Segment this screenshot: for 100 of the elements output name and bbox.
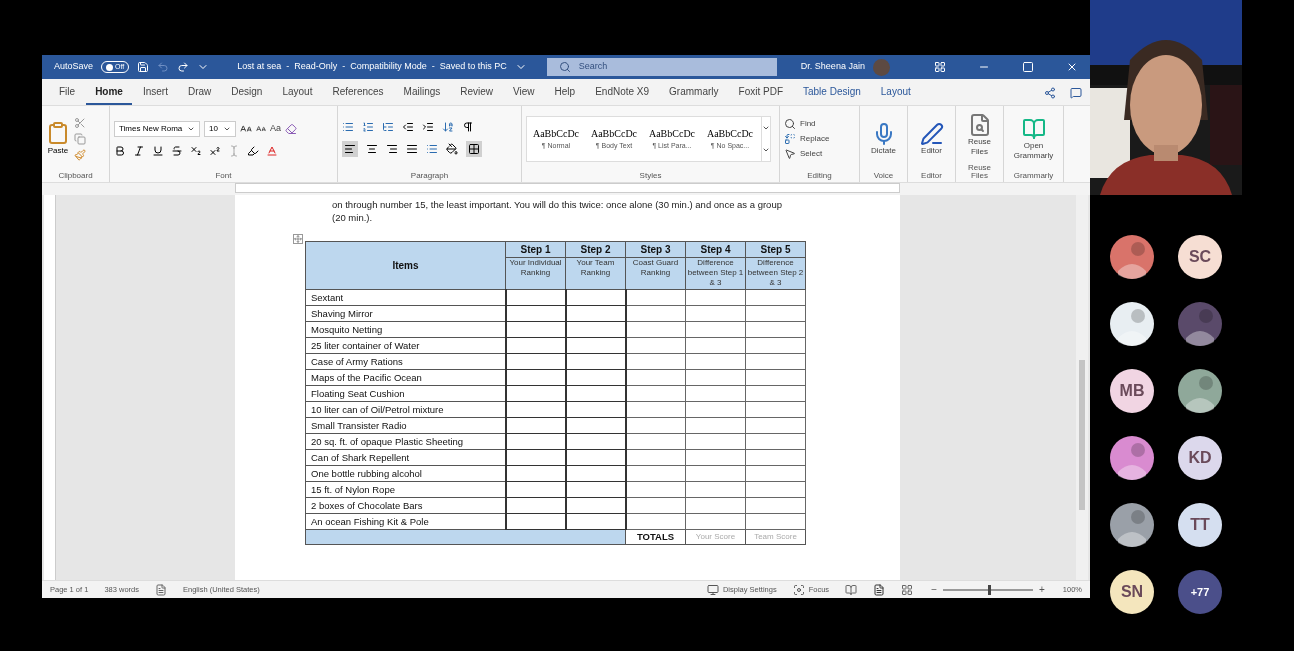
close-icon[interactable] bbox=[1066, 61, 1078, 73]
numbering-icon[interactable] bbox=[362, 121, 374, 133]
table-cell: Small Transister Radio bbox=[305, 417, 506, 434]
maximize-icon[interactable] bbox=[1022, 61, 1034, 73]
align-left-icon[interactable] bbox=[342, 141, 358, 157]
font-name-field[interactable]: Times New Roma bbox=[114, 121, 200, 137]
clipboard-icon bbox=[46, 121, 70, 145]
table-header-cell: Step 3 bbox=[625, 241, 686, 258]
table-cell: Can of Shark Repellent bbox=[305, 449, 506, 466]
participant-avatar: SC bbox=[1178, 235, 1222, 279]
ribbon-tab[interactable]: EndNote X9 bbox=[586, 84, 659, 105]
comments-icon[interactable] bbox=[1070, 87, 1082, 99]
group-label: Styles bbox=[638, 172, 663, 182]
gallery-more-icon[interactable] bbox=[762, 124, 770, 132]
print-layout-icon[interactable] bbox=[873, 583, 886, 596]
redo-icon[interactable] bbox=[177, 61, 190, 73]
superscript-icon[interactable] bbox=[209, 145, 221, 157]
paste-button[interactable]: Paste bbox=[46, 121, 70, 157]
font-color-icon[interactable] bbox=[266, 145, 278, 157]
gallery-expand-icon[interactable] bbox=[762, 146, 770, 154]
font-size-field[interactable]: 10 bbox=[204, 121, 236, 137]
borders-icon[interactable] bbox=[466, 141, 482, 157]
table-cell: Mosquito Netting bbox=[305, 321, 506, 338]
shrink-font-icon[interactable] bbox=[256, 124, 266, 134]
ribbon-tab[interactable]: Table Design bbox=[794, 84, 870, 105]
clear-formatting-icon[interactable] bbox=[285, 123, 297, 135]
ribbon-tab[interactable]: Layout bbox=[273, 84, 322, 105]
ribbon-tab[interactable]: Insert bbox=[133, 84, 177, 105]
ribbon-tab[interactable]: Grammarly bbox=[660, 84, 728, 105]
search-field[interactable]: Search bbox=[546, 58, 777, 76]
table-header-cell: Difference between Step 1 & 3 bbox=[685, 257, 746, 290]
select-button[interactable]: Select bbox=[784, 148, 830, 160]
table-cell: Sextant bbox=[305, 289, 506, 306]
subscript-icon[interactable] bbox=[190, 145, 202, 157]
zoom-slider-thumb[interactable] bbox=[987, 584, 991, 595]
table-cell: 10 liter can of Oil/Petrol mixture bbox=[305, 401, 506, 418]
more-participants-badge[interactable]: +77 bbox=[1178, 570, 1222, 614]
multilevel-list-icon[interactable] bbox=[382, 121, 394, 133]
replace-button[interactable]: Replace bbox=[784, 133, 830, 145]
search-icon bbox=[558, 61, 571, 73]
ribbon-tab[interactable]: Mailings bbox=[394, 84, 450, 105]
italic-icon[interactable] bbox=[133, 145, 145, 157]
grow-font-icon[interactable] bbox=[240, 123, 252, 135]
table-header-cell: Step 4 bbox=[685, 241, 746, 258]
table-move-handle-icon[interactable] bbox=[293, 234, 303, 244]
table-cell: 25 liter container of Water bbox=[305, 337, 506, 354]
grammarly-button[interactable]: Open Grammarly bbox=[1008, 117, 1059, 161]
search-icon bbox=[784, 118, 796, 130]
table-cell: 2 boxes of Chocolate Bars bbox=[305, 497, 506, 514]
window-title: Lost at sea - Read-Only - Compatibility Mode - Saved to this PC bbox=[237, 60, 507, 74]
table-cell: Maps of the Pacific Ocean bbox=[305, 369, 506, 386]
strikethrough-icon[interactable] bbox=[171, 145, 183, 157]
decrease-indent-icon[interactable] bbox=[402, 121, 414, 133]
web-layout-icon[interactable] bbox=[901, 583, 914, 596]
bullets-icon[interactable] bbox=[342, 121, 354, 133]
pilcrow-icon[interactable] bbox=[462, 121, 474, 133]
ribbon-display-icon[interactable] bbox=[934, 61, 946, 73]
caret-icon bbox=[223, 125, 231, 133]
increase-indent-icon[interactable] bbox=[422, 121, 434, 133]
ribbon-tab[interactable]: Design bbox=[222, 84, 272, 105]
group-label: Reuse Files bbox=[966, 164, 993, 182]
proofing-icon[interactable] bbox=[155, 583, 167, 596]
line-spacing-icon[interactable] bbox=[426, 143, 438, 155]
align-right-icon[interactable] bbox=[386, 143, 398, 155]
change-case-button[interactable]: Aa bbox=[270, 122, 281, 136]
align-center-icon[interactable] bbox=[366, 143, 378, 155]
ribbon-tab[interactable]: Draw bbox=[178, 84, 221, 105]
dictate-button[interactable]: Dictate bbox=[864, 122, 903, 156]
underline-icon[interactable] bbox=[152, 145, 164, 157]
cut-icon[interactable] bbox=[74, 117, 86, 129]
highlighter-icon[interactable] bbox=[247, 145, 259, 157]
zoom-out-button[interactable]: − bbox=[929, 582, 939, 597]
table-cell: Case of Army Rations bbox=[305, 353, 506, 370]
group-label: Paragraph bbox=[409, 172, 450, 182]
table-header-cell: Your Individual Ranking bbox=[505, 257, 566, 290]
editor-button[interactable]: Editor bbox=[912, 122, 951, 156]
pointer-icon bbox=[784, 148, 796, 160]
read-mode-icon[interactable] bbox=[845, 583, 858, 596]
sort-icon[interactable] bbox=[442, 121, 454, 133]
share-icon[interactable] bbox=[1044, 87, 1056, 99]
zoom-in-button[interactable]: + bbox=[1036, 582, 1047, 597]
ribbon-tab[interactable]: Help bbox=[545, 84, 585, 105]
ribbon-tab[interactable]: View bbox=[504, 84, 544, 105]
bold-icon[interactable] bbox=[114, 145, 126, 157]
participant-avatar: MB bbox=[1110, 369, 1154, 413]
table-header-cell: Step 1 bbox=[505, 241, 566, 258]
ribbon-tab[interactable]: Review bbox=[451, 84, 503, 105]
ribbon-tab[interactable]: References bbox=[323, 84, 393, 105]
shading-icon[interactable] bbox=[446, 143, 458, 155]
table-cell: An ocean Fishing Kit & Pole bbox=[305, 513, 506, 530]
find-button[interactable]: Find bbox=[784, 118, 830, 130]
save-icon[interactable] bbox=[137, 61, 150, 73]
vertical-scrollbar[interactable] bbox=[1076, 195, 1088, 580]
participant-avatar: SN bbox=[1110, 570, 1154, 614]
ribbon-tab[interactable]: Layout bbox=[871, 84, 920, 105]
caret-icon bbox=[187, 125, 195, 133]
ribbon-tab[interactable]: Foxit PDF bbox=[729, 84, 792, 105]
reuse-files-button[interactable]: Reuse Files bbox=[960, 113, 999, 157]
ribbon-tab[interactable]: File bbox=[50, 84, 85, 105]
justify-icon[interactable] bbox=[406, 143, 418, 155]
